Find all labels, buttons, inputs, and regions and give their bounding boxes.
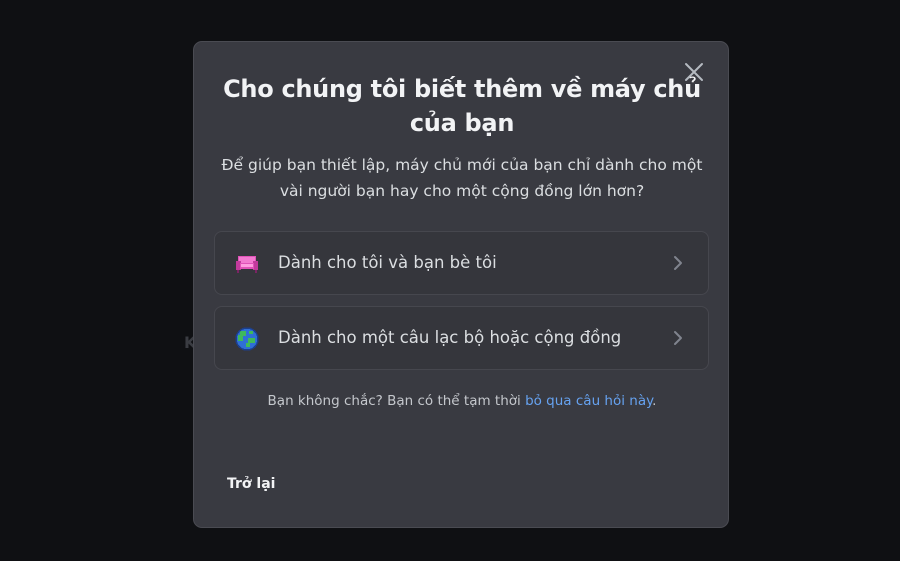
modal-subtitle: Để giúp bạn thiết lập, máy chủ mới của b… <box>221 156 703 200</box>
hint-text: Bạn không chắc? Bạn có thể tạm thời <box>267 393 526 409</box>
option-label: Dành cho một câu lạc bộ hoặc cộng đồng <box>278 328 622 347</box>
chevron-right-icon <box>668 328 688 348</box>
skip-question-link[interactable]: bỏ qua câu hỏi này <box>525 393 652 409</box>
option-club-or-community[interactable]: Dành cho một câu lạc bộ hoặc cộng đồng <box>214 306 709 370</box>
option-label: Dành cho tôi và bạn bè tôi <box>278 253 497 272</box>
create-server-modal: Cho chúng tôi biết thêm về máy chủ của b… <box>193 41 729 528</box>
globe-icon <box>234 326 260 352</box>
option-me-and-friends[interactable]: Dành cho tôi và bạn bè tôi <box>214 231 709 295</box>
hint-suffix: . <box>652 393 657 409</box>
chevron-right-icon <box>668 253 688 273</box>
modal-title: Cho chúng tôi biết thêm về máy chủ của b… <box>223 75 701 137</box>
couch-icon <box>234 251 260 277</box>
skip-hint: Bạn không chắc? Bạn có thể tạm thời bỏ q… <box>214 393 710 409</box>
back-button[interactable]: Trở lại <box>227 476 275 492</box>
